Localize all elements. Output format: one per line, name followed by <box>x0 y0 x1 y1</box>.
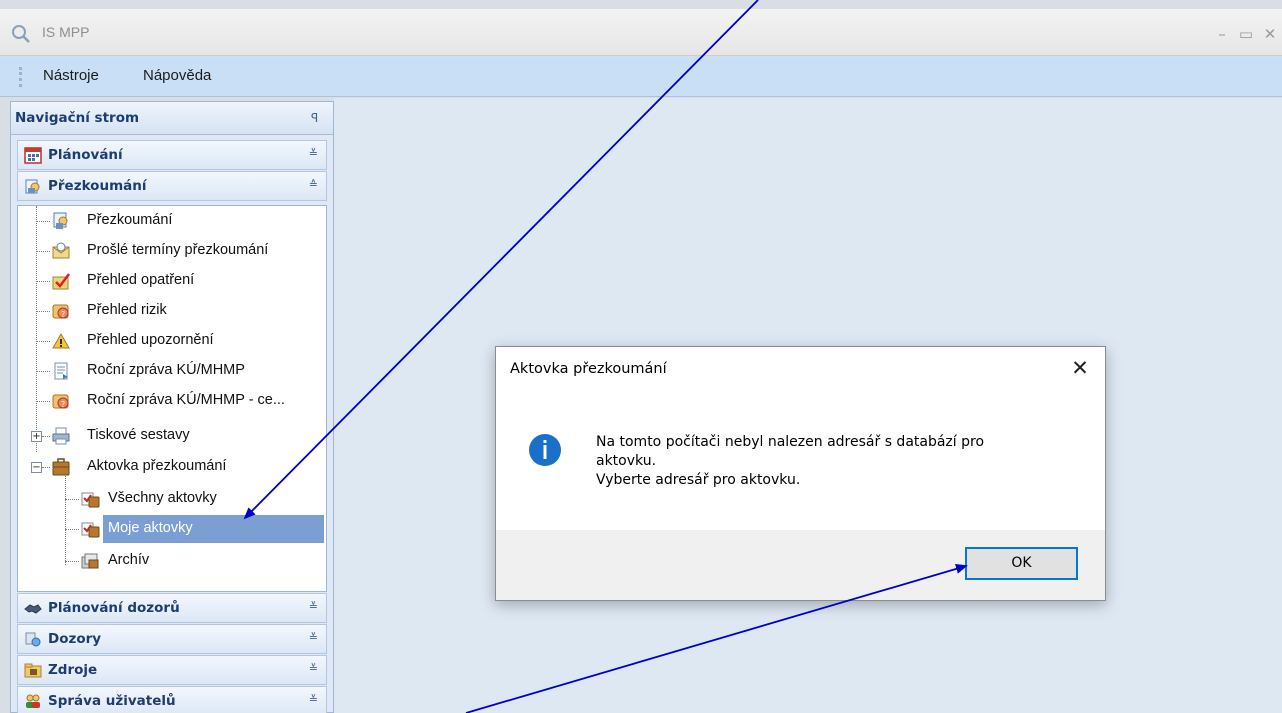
briefcase-icon <box>52 458 70 476</box>
navigation-tree: Přezkoumání Prošlé termíny přezkoumání P… <box>17 205 327 592</box>
menu-item-tools[interactable]: Nástroje <box>43 67 99 84</box>
dialog-title: Aktovka přezkoumání <box>510 361 667 377</box>
tree-item-label: Roční zpráva KÚ/MHMP <box>87 362 245 378</box>
users-icon <box>26 694 40 708</box>
review-icon <box>53 212 68 229</box>
supervision-icon <box>25 632 41 647</box>
group-dozory[interactable]: Dozory ≚ <box>17 624 327 654</box>
chevron-down-icon: ≚ <box>308 147 318 160</box>
toolbar-grip[interactable] <box>19 67 22 87</box>
svg-text:?: ? <box>61 310 65 319</box>
menu-item-help[interactable]: Nápověda <box>143 67 211 84</box>
dialog-message-line: Na tomto počítači nebyl nalezen adresář … <box>596 434 985 450</box>
printer-icon <box>52 427 70 445</box>
close-icon[interactable]: ✕ <box>1258 22 1282 46</box>
dialog-message: Na tomto počítači nebyl nalezen adresář … <box>596 433 1066 490</box>
chevron-up-icon: ≙ <box>308 178 318 191</box>
close-icon[interactable]: ✕ <box>1069 357 1091 379</box>
tree-item-label: Aktovka přezkoumání <box>87 458 227 474</box>
svg-text:?: ? <box>61 400 65 409</box>
window-title: IS MPP <box>42 24 90 40</box>
group-sprava-uzivatelu[interactable]: Správa uživatelů ≚ <box>17 686 327 713</box>
dialog-footer: OK <box>496 530 1105 600</box>
briefcase-check-icon <box>81 492 100 508</box>
tree-item-label: Přezkoumání <box>87 212 173 228</box>
risk-icon: ? <box>52 394 69 409</box>
chevron-down-icon: ≚ <box>308 600 318 613</box>
tree-item-label: Přehled upozornění <box>87 332 214 348</box>
tree-item[interactable]: Všechny aktovky <box>18 485 326 513</box>
tree-item-label: Archív <box>108 552 150 568</box>
group-label: Zdroje <box>48 662 98 678</box>
tree-item-label: Všechny aktovky <box>108 490 217 506</box>
tree-item[interactable]: − Aktovka přezkoumání <box>18 453 326 481</box>
nav-header-title: Navigační strom <box>15 110 140 126</box>
tree-item-label: Přehled rizik <box>87 302 167 318</box>
tree-item[interactable]: Moje aktovky <box>18 515 326 543</box>
title-bar: IS MPP – ▭ ✕ <box>0 9 1282 56</box>
minimize-icon[interactable]: – <box>1210 22 1234 46</box>
search-icon <box>12 25 30 43</box>
tree-item[interactable]: Přehled opatření <box>18 267 326 295</box>
folder-icon <box>24 663 42 678</box>
group-label: Plánování dozorů <box>48 600 180 616</box>
dialog-message-line: aktovku. <box>596 453 657 469</box>
app-window: IS MPP – ▭ ✕ Nástroje Nápověda Navigační… <box>0 0 1282 713</box>
nav-header: Navigační strom ꟼ <box>11 102 333 135</box>
risk-icon: ? <box>52 304 69 319</box>
pin-icon[interactable]: ꟼ <box>311 111 323 125</box>
tree-item-label: Moje aktovky <box>108 520 193 536</box>
tree-item[interactable]: Prošlé termíny přezkoumání <box>18 237 326 265</box>
group-planovani-dozoru[interactable]: Plánování dozorů ≚ <box>17 593 327 623</box>
group-label: Plánování <box>48 147 123 163</box>
tree-item-selection: Moje aktovky <box>103 515 324 543</box>
group-label: Správa uživatelů <box>48 693 176 709</box>
collapse-icon[interactable]: − <box>31 462 42 473</box>
briefcase-check-icon <box>81 522 100 538</box>
handshake-icon <box>24 604 42 614</box>
tree-item[interactable]: Roční zpráva KÚ/MHMP <box>18 357 326 385</box>
menu-bar: Nástroje Nápověda <box>0 57 1282 97</box>
info-icon <box>529 434 561 466</box>
dialog-message-line: Vyberte adresář pro aktovku. <box>596 472 801 488</box>
archive-icon <box>81 553 99 569</box>
chevron-down-icon: ≚ <box>308 693 318 706</box>
checkbox-icon <box>52 273 70 290</box>
tree-item[interactable]: Přehled upozornění <box>18 327 326 355</box>
group-label: Přezkoumání <box>48 178 147 194</box>
maximize-icon[interactable]: ▭ <box>1234 22 1258 46</box>
group-label: Dozory <box>48 631 102 647</box>
envelope-icon <box>52 242 70 259</box>
ok-button[interactable]: OK <box>965 547 1078 580</box>
tree-item-label: Tiskové sestavy <box>87 427 190 443</box>
tree-item[interactable]: ? Přehled rizik <box>18 297 326 325</box>
chevron-down-icon: ≚ <box>308 662 318 675</box>
tree-item[interactable]: + Tiskové sestavy <box>18 422 326 450</box>
tree-item-label: Roční zpráva KÚ/MHMP - ce... <box>87 392 285 408</box>
message-dialog: Aktovka přezkoumání ✕ Na tomto počítači … <box>495 346 1106 601</box>
warning-icon <box>52 332 70 349</box>
tree-item[interactable]: ? Roční zpráva KÚ/MHMP - ce... <box>18 387 326 415</box>
group-zdroje[interactable]: Zdroje ≚ <box>17 655 327 685</box>
group-planovani[interactable]: Plánování ≚ <box>17 140 327 170</box>
expand-icon[interactable]: + <box>31 431 42 442</box>
group-prezkoumani[interactable]: Přezkoumání ≙ <box>17 171 327 201</box>
tree-item-label: Prošlé termíny přezkoumání <box>87 242 269 258</box>
tree-item[interactable]: Přezkoumání <box>18 207 326 235</box>
review-icon <box>25 179 40 194</box>
tree-item[interactable]: Archív <box>18 547 326 575</box>
chevron-down-icon: ≚ <box>308 631 318 644</box>
calendar-icon <box>24 147 42 164</box>
report-icon <box>54 362 68 380</box>
tree-item-label: Přehled opatření <box>87 272 195 288</box>
